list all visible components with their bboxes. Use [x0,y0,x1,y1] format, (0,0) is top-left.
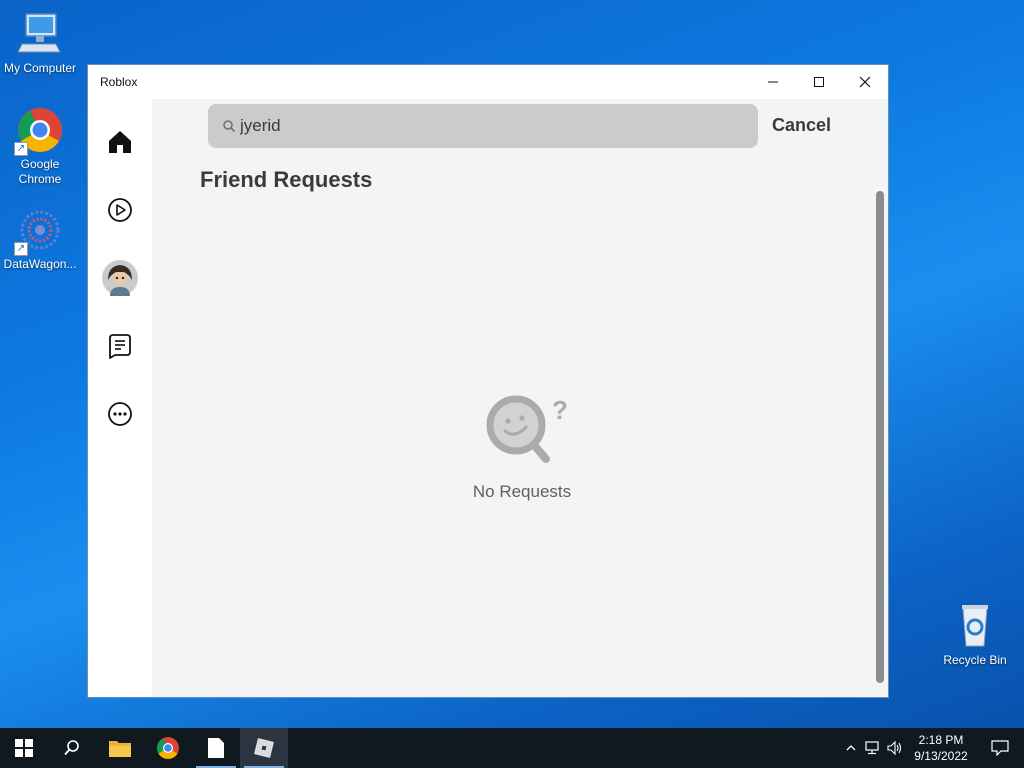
windows-logo-icon [15,739,33,757]
desktop-icon-label: Recycle Bin [943,653,1007,667]
chrome-icon: ↗ [14,106,64,156]
minimize-button[interactable] [750,65,796,99]
shortcut-arrow-icon: ↗ [14,242,28,256]
desktop-icon-label: DataWagon... [3,257,77,271]
folder-icon [109,741,131,757]
taskbar-notepad[interactable] [192,728,240,768]
empty-state: ? No Requests [452,387,592,502]
scrollbar[interactable] [876,191,884,683]
clock[interactable]: 2:18 PM 9/13/2022 [906,732,976,764]
shortcut-arrow-icon: ↗ [14,142,28,156]
clock-time: 2:18 PM [918,733,964,747]
network-icon [865,741,879,755]
sidebar-nav [88,99,152,697]
avatar-icon [102,260,138,296]
sidebar-item-more[interactable] [102,396,138,432]
speaker-icon [887,741,902,755]
search-icon [223,120,236,133]
svg-text:?: ? [552,395,568,425]
close-icon [859,76,871,88]
search-icon [64,740,79,756]
show-hidden-icons-button[interactable] [840,728,862,768]
chrome-icon [157,737,179,759]
cancel-button[interactable]: Cancel [772,115,831,136]
sidebar-item-discover[interactable] [102,192,138,228]
taskbar-file-explorer[interactable] [96,728,144,768]
sidebar-item-avatar[interactable] [102,260,138,296]
search-bar[interactable] [208,104,758,148]
page-title: Friend Requests [200,167,373,192]
roblox-icon [254,738,274,758]
maximize-button[interactable] [796,65,842,99]
more-icon [108,402,132,426]
title-bar[interactable]: Roblox [88,65,888,99]
maximize-icon [814,77,824,87]
action-center-button[interactable] [976,728,1024,768]
desktop-icon-label: My Computer [3,61,77,75]
start-button[interactable] [0,728,48,768]
network-button[interactable] [862,728,884,768]
sidebar-item-chat[interactable] [102,328,138,364]
home-icon [109,131,131,153]
window-title: Roblox [100,75,138,89]
notification-icon [991,740,1009,756]
desktop-icon-recycle-bin[interactable]: Recycle Bin [935,602,1015,668]
close-button[interactable] [842,65,888,99]
datawagon-icon: ↗ [14,206,64,256]
clock-date: 9/13/2022 [914,749,968,763]
recycle-bin-icon [951,602,999,650]
search-input[interactable] [240,111,720,141]
desktop-icon-google-chrome[interactable]: ↗ Google Chrome [0,106,80,187]
taskbar: 2:18 PM 9/13/2022 [0,728,1024,768]
main-content: Cancel Friend Requests ? No Requests [152,99,888,697]
system-tray: 2:18 PM 9/13/2022 [840,728,1024,768]
document-icon [208,738,224,758]
desktop-icon-datawagon[interactable]: ↗ DataWagon... [0,206,80,272]
desktop-icon-my-computer[interactable]: My Computer [0,10,80,76]
taskbar-search-button[interactable] [48,728,96,768]
chevron-up-icon [846,745,856,751]
minimize-icon [768,81,778,83]
play-icon [108,198,132,222]
taskbar-roblox[interactable] [240,728,288,768]
volume-button[interactable] [884,728,906,768]
sidebar-item-home[interactable] [102,124,138,160]
desktop-icon-label: Google Chrome [18,157,62,186]
window-controls [750,65,888,99]
chat-icon [109,334,131,359]
no-results-magnifier-icon: ? [486,395,568,463]
empty-message: No Requests [472,482,572,501]
computer-icon [16,10,64,58]
roblox-window: Roblox jyerid Cancel Friend Requests ? N… [87,64,889,698]
taskbar-chrome[interactable] [144,728,192,768]
